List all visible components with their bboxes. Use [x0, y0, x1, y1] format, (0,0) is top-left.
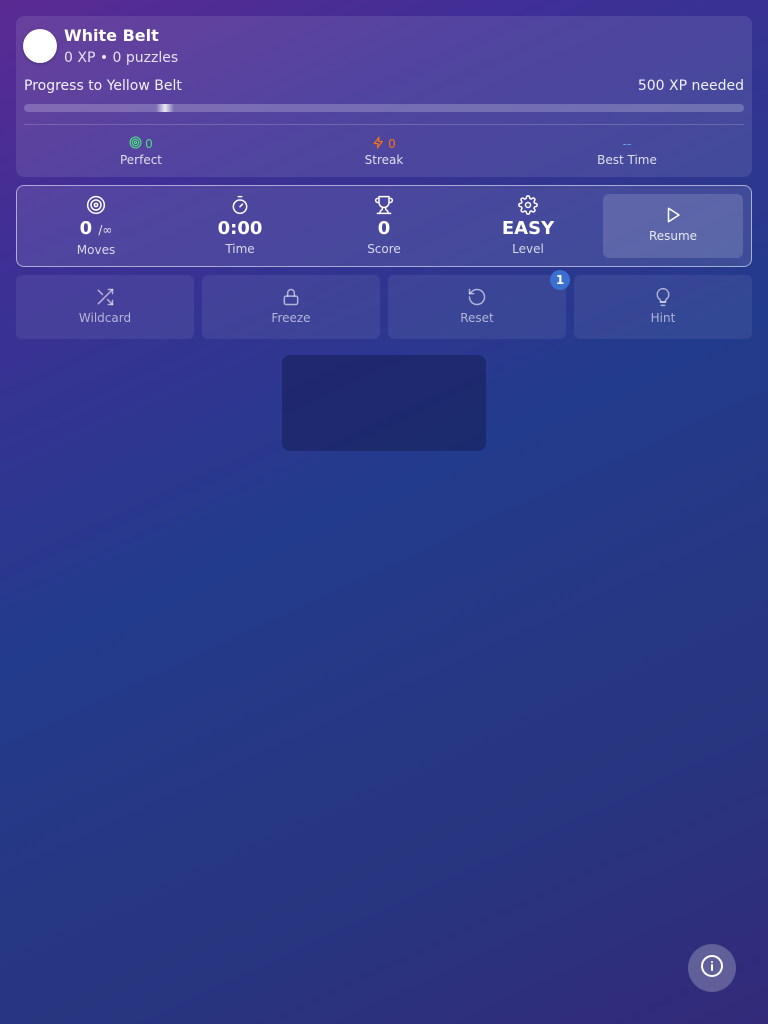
progress-shimmer	[156, 104, 174, 112]
perfect-label: Perfect	[119, 153, 163, 167]
score-stat: 0 Score	[324, 195, 444, 257]
belt-subtitle: 0 XP • 0 puzzles	[64, 50, 179, 66]
best-time-value: --	[622, 137, 632, 151]
level-label: Level	[512, 242, 544, 256]
reset-label: Reset	[460, 311, 494, 325]
moves-stat: 0 /∞ Moves	[36, 195, 156, 258]
score-value: 0	[377, 218, 391, 239]
level-stat[interactable]: EASY Level	[468, 195, 588, 257]
lightning-icon	[372, 135, 385, 153]
resume-button[interactable]: Resume	[603, 194, 743, 258]
belt-divider	[24, 124, 744, 125]
info-icon	[700, 954, 724, 982]
reset-count-badge: 1	[550, 270, 570, 290]
reset-button[interactable]: Reset 1	[388, 270, 570, 339]
wildcard-button[interactable]: Wildcard	[16, 275, 194, 339]
reset-icon	[388, 287, 566, 307]
belt-avatar	[23, 29, 57, 63]
game-stats-bar: 0 /∞ Moves 0:00 Time 0 Score EASY Level …	[16, 185, 752, 267]
best-time-label: Best Time	[597, 153, 657, 167]
lightbulb-icon	[574, 287, 752, 307]
streak-value: 0	[388, 137, 396, 151]
info-button[interactable]	[688, 944, 736, 992]
hint-label: Hint	[650, 311, 676, 325]
wildcard-label: Wildcard	[78, 311, 132, 325]
puzzle-board[interactable]	[282, 355, 486, 451]
score-label: Score	[367, 242, 401, 256]
shuffle-icon	[16, 287, 194, 307]
level-value: EASY	[501, 218, 555, 239]
time-stat: 0:00 Time	[180, 195, 300, 257]
perfect-value: 0	[145, 137, 153, 151]
time-value: 0:00	[217, 218, 263, 239]
freeze-button[interactable]: Freeze	[202, 275, 380, 339]
streak-label: Streak	[364, 153, 404, 167]
gear-icon	[468, 195, 588, 215]
target-icon	[36, 195, 156, 215]
streak-stat: 0 Streak	[324, 135, 444, 168]
lock-icon	[202, 287, 380, 307]
moves-limit: /∞	[98, 223, 113, 237]
best-time-stat: -- Best Time	[567, 136, 687, 168]
moves-label: Moves	[76, 243, 116, 257]
hint-button[interactable]: Hint	[574, 275, 752, 339]
freeze-label: Freeze	[271, 311, 311, 325]
belt-title: White Belt	[64, 26, 159, 45]
stopwatch-icon	[180, 195, 300, 215]
time-label: Time	[225, 242, 255, 256]
play-icon	[603, 206, 743, 224]
belt-card: White Belt 0 XP • 0 puzzles Progress to …	[16, 16, 752, 177]
perfect-stat: 0 Perfect	[81, 135, 201, 168]
progress-label: Progress to Yellow Belt	[24, 78, 182, 94]
target-icon	[129, 135, 142, 153]
progress-needed: 500 XP needed	[637, 78, 744, 94]
belt-progress-bar	[24, 104, 744, 112]
moves-value: 0	[79, 218, 93, 239]
trophy-icon	[324, 195, 444, 215]
resume-label: Resume	[648, 229, 698, 243]
